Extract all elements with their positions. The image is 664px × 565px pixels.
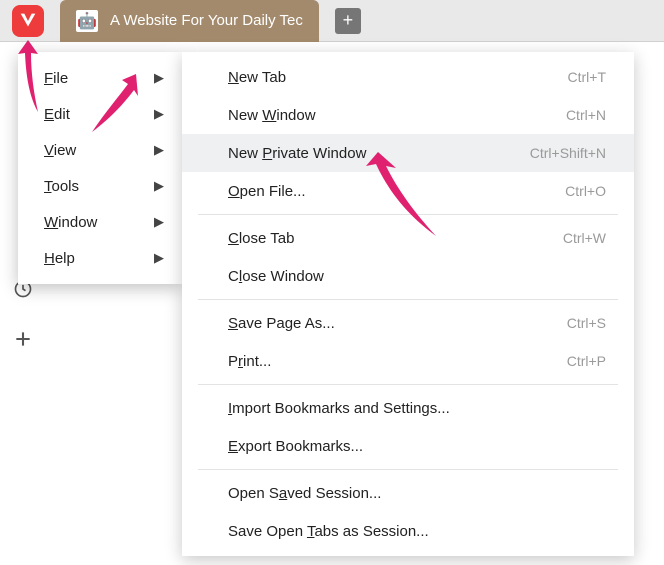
menu-tools[interactable]: Tools ▶ xyxy=(18,168,182,204)
menu-item-print[interactable]: Print... Ctrl+P xyxy=(182,342,634,380)
menu-item-close-window[interactable]: Close Window xyxy=(182,257,634,295)
vivaldi-app-icon[interactable] xyxy=(12,5,44,37)
shortcut-label: Ctrl+P xyxy=(567,353,606,369)
menu-item-import-bookmarks[interactable]: Import Bookmarks and Settings... xyxy=(182,389,634,427)
shortcut-label: Ctrl+O xyxy=(565,183,606,199)
shortcut-label: Ctrl+S xyxy=(567,315,606,331)
chevron-right-icon: ▶ xyxy=(154,106,164,122)
chevron-right-icon: ▶ xyxy=(154,214,164,230)
menu-item-new-window[interactable]: New Window Ctrl+N xyxy=(182,96,634,134)
menu-item-save-page-as[interactable]: Save Page As... Ctrl+S xyxy=(182,304,634,342)
favicon-glyph: 🤖 xyxy=(77,11,97,31)
menu-item-close-tab[interactable]: Close Tab Ctrl+W xyxy=(182,219,634,257)
menu-help[interactable]: Help ▶ xyxy=(18,240,182,276)
menu-item-open-saved-session[interactable]: Open Saved Session... xyxy=(182,474,634,512)
chevron-right-icon: ▶ xyxy=(154,142,164,158)
shortcut-label: Ctrl+Shift+N xyxy=(530,145,606,161)
menu-separator xyxy=(198,299,618,300)
menu-view[interactable]: View ▶ xyxy=(18,132,182,168)
file-submenu: New Tab Ctrl+T New Window Ctrl+N New Pri… xyxy=(182,52,634,556)
new-tab-button[interactable]: + xyxy=(335,8,361,34)
menu-separator xyxy=(198,469,618,470)
tab-bar: 🤖 A Website For Your Daily Tec + xyxy=(0,0,664,42)
chevron-right-icon: ▶ xyxy=(154,178,164,194)
chevron-right-icon: ▶ xyxy=(154,250,164,266)
menu-item-export-bookmarks[interactable]: Export Bookmarks... xyxy=(182,427,634,465)
shortcut-label: Ctrl+T xyxy=(568,69,607,85)
chevron-right-icon: ▶ xyxy=(154,70,164,86)
menu-item-new-tab[interactable]: New Tab Ctrl+T xyxy=(182,58,634,96)
menu-separator xyxy=(198,384,618,385)
menu-separator xyxy=(198,214,618,215)
shortcut-label: Ctrl+N xyxy=(566,107,606,123)
menu-item-new-private-window[interactable]: New Private Window Ctrl+Shift+N xyxy=(182,134,634,172)
shortcut-label: Ctrl+W xyxy=(563,230,606,246)
tab-favicon-icon: 🤖 xyxy=(76,10,98,32)
menu-window[interactable]: Window ▶ xyxy=(18,204,182,240)
tab-title: A Website For Your Daily Tec xyxy=(110,12,303,29)
menu-edit[interactable]: Edit ▶ xyxy=(18,96,182,132)
plus-icon: + xyxy=(343,10,354,31)
add-panel-icon[interactable] xyxy=(12,328,34,350)
menubar-dropdown: File ▶ Edit ▶ View ▶ Tools ▶ Window ▶ He… xyxy=(18,52,182,284)
browser-tab[interactable]: 🤖 A Website For Your Daily Tec xyxy=(60,0,319,42)
menu-file[interactable]: File ▶ xyxy=(18,60,182,96)
menu-item-save-tabs-as-session[interactable]: Save Open Tabs as Session... xyxy=(182,512,634,550)
menu-item-open-file[interactable]: Open File... Ctrl+O xyxy=(182,172,634,210)
